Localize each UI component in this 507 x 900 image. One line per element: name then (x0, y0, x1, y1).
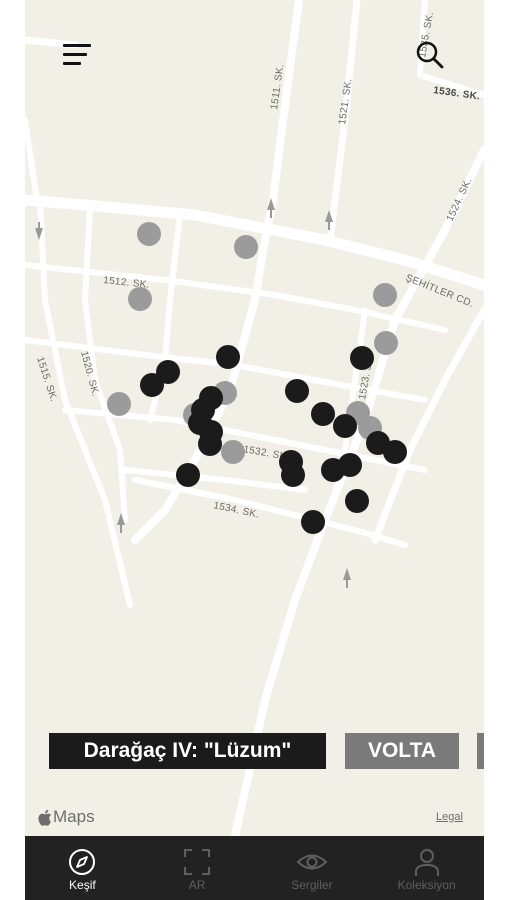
legal-link[interactable]: Legal (436, 811, 463, 823)
search-icon[interactable] (415, 40, 445, 70)
person-icon (411, 846, 443, 878)
active-marker (301, 510, 325, 534)
tab-kesif[interactable]: Keşif (25, 836, 140, 900)
tab-ar[interactable]: AR (140, 836, 255, 900)
tab-label: AR (188, 878, 206, 892)
inactive-marker (107, 392, 131, 416)
active-marker (345, 489, 369, 513)
tab-koleksiyon[interactable]: Koleksiyon (369, 836, 484, 900)
hamburger-menu-icon[interactable] (63, 42, 91, 68)
active-marker (285, 379, 309, 403)
exhibition-chip-daragac[interactable]: Darağaç IV: "Lüzum" (49, 733, 326, 769)
tab-sergiler[interactable]: Sergiler (255, 836, 370, 900)
inactive-marker (137, 222, 161, 246)
inactive-marker (128, 287, 152, 311)
eye-icon (296, 846, 328, 878)
active-marker (198, 432, 222, 456)
inactive-marker (221, 440, 245, 464)
active-marker (333, 414, 357, 438)
active-marker (216, 345, 240, 369)
ar-frame-icon (181, 846, 213, 878)
active-marker (383, 440, 407, 464)
exhibition-chip-volta[interactable]: VOLTA (345, 733, 459, 769)
active-marker (338, 453, 362, 477)
inactive-marker (234, 235, 258, 259)
active-marker (281, 463, 305, 487)
active-marker (140, 373, 164, 397)
tab-label: Keşif (69, 878, 96, 892)
active-marker (350, 346, 374, 370)
phone-screen: 1511. SK. 1521. SK. 1535. SK. 1536. SK. … (25, 0, 484, 900)
inactive-marker (374, 331, 398, 355)
map-view[interactable]: 1511. SK. 1521. SK. 1535. SK. 1536. SK. … (25, 0, 484, 836)
tab-label: Sergiler (291, 878, 333, 892)
apple-logo-icon (38, 809, 51, 826)
maps-wordmark: Maps (53, 807, 95, 826)
compass-icon (66, 846, 98, 878)
active-marker (311, 402, 335, 426)
exhibition-chip-next[interactable] (477, 733, 484, 769)
active-marker (176, 463, 200, 487)
inactive-marker (373, 283, 397, 307)
apple-maps-attribution: Maps (38, 807, 95, 827)
tab-bar: Keşif AR Sergiler Koleksiyon (25, 836, 484, 900)
tab-label: Koleksiyon (397, 878, 456, 892)
